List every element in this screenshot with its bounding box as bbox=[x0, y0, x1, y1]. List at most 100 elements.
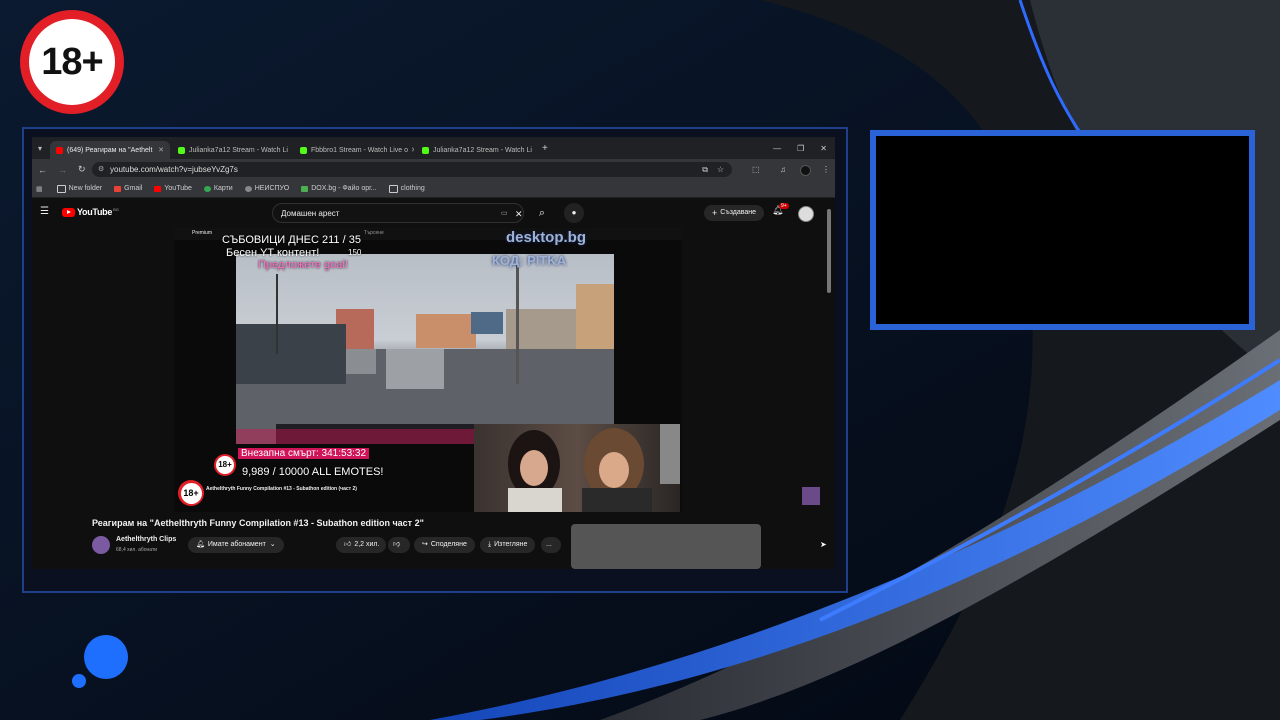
page-scrollbar[interactable] bbox=[826, 209, 832, 569]
clear-search-icon[interactable]: ✕ bbox=[515, 204, 523, 224]
microphone-icon[interactable]: ● bbox=[564, 203, 584, 223]
bookmark-new-folder[interactable]: New folder bbox=[56, 184, 103, 193]
forward-icon[interactable]: → bbox=[58, 165, 67, 175]
sponsor-watermark: desktop.bg bbox=[506, 229, 587, 246]
scrollbar-thumb[interactable] bbox=[827, 209, 831, 293]
account-avatar[interactable] bbox=[798, 206, 814, 222]
youtube-search-input[interactable]: Домашен арест ▭ ✕ bbox=[272, 203, 524, 223]
content-goal-number: 150 bbox=[348, 248, 362, 257]
channel-avatar-corner bbox=[802, 487, 820, 505]
url-input[interactable]: ⚙ youtube.com/watch?v=jubseYvZg7s ☆ ⧉ bbox=[92, 162, 732, 177]
subscriber-count: 68,4 хил. абонати bbox=[116, 547, 158, 553]
more-actions-button[interactable]: ... bbox=[541, 537, 561, 553]
bell-icon: 🔔︎ bbox=[196, 541, 205, 548]
create-label: Създаване bbox=[720, 209, 757, 216]
bookmark-maps[interactable]: Карти bbox=[203, 185, 233, 192]
bookmark-star-icon[interactable]: ☆ bbox=[717, 162, 724, 177]
sub-goal-text: СЪБОВИЦИ ДНЕС 211 / 35 bbox=[222, 234, 361, 246]
inner-age-label: 18+ bbox=[216, 456, 234, 474]
dox-icon bbox=[301, 185, 309, 192]
notification-count-badge: 9+ bbox=[779, 203, 789, 209]
maps-icon bbox=[203, 185, 211, 192]
inner-video-title: Aethelthryth Funny Compilation #13 - Sub… bbox=[206, 486, 357, 492]
tab-3[interactable]: Julianka7a12 Stream - Watch Li ✕ bbox=[416, 141, 536, 159]
bookmark-dox[interactable]: DOX.bg - Файо орг... bbox=[301, 185, 377, 192]
apps-icon[interactable]: ▦ bbox=[36, 185, 43, 193]
youtube-logo[interactable]: YouTube BG bbox=[62, 207, 119, 217]
bookmark-label: DOX.bg - Файо орг... bbox=[311, 185, 377, 192]
bookmark-clothing[interactable]: clothing bbox=[388, 184, 425, 193]
minimize-icon[interactable]: — bbox=[773, 144, 781, 153]
recommended-thumbnail[interactable] bbox=[571, 524, 761, 569]
youtube-play-icon bbox=[62, 207, 75, 217]
tab-1[interactable]: Julianka7a12 Stream - Watch Li ✕ bbox=[172, 141, 292, 159]
site-info-icon[interactable]: ⚙ bbox=[98, 162, 104, 177]
profile-avatar[interactable] bbox=[800, 165, 811, 176]
search-value: Домашен арест bbox=[281, 209, 340, 218]
search-icon[interactable]: ⌕ bbox=[532, 203, 552, 223]
browser-window: ▾ (649) Реагирам на "Aethelt ✕ Julianka7… bbox=[32, 137, 835, 569]
channel-name[interactable]: Aethelthryth Clips bbox=[116, 536, 176, 543]
new-tab-icon[interactable]: + bbox=[542, 143, 548, 154]
globe-icon bbox=[244, 185, 252, 192]
folder-icon bbox=[56, 184, 66, 193]
age-rating-badge: 18+ bbox=[20, 10, 124, 114]
suggest-goal-text: Предложете goal! bbox=[258, 259, 348, 271]
close-tab-icon[interactable]: ✕ bbox=[155, 146, 164, 154]
create-button[interactable]: + Създаване bbox=[704, 205, 765, 221]
maximize-icon[interactable]: ❐ bbox=[797, 144, 804, 153]
sponsor-code: КОД: PITKA bbox=[492, 253, 567, 268]
tab-label: Fbbbro1 Stream - Watch Live o bbox=[311, 146, 409, 154]
youtube-icon bbox=[154, 185, 162, 192]
tab-label: Julianka7a12 Stream - Watch Li bbox=[433, 146, 532, 154]
bookmark-gmail[interactable]: Gmail bbox=[114, 185, 142, 192]
youtube-region: BG bbox=[113, 207, 119, 212]
dislike-button[interactable]: 👎︎ bbox=[388, 537, 410, 553]
bookmark-label: YouTube bbox=[164, 185, 192, 192]
share-button[interactable]: ↪ Споделяне bbox=[414, 537, 475, 553]
tab-label: Julianka7a12 Stream - Watch Li bbox=[189, 146, 288, 154]
download-button[interactable]: ⤓ Изтегляне bbox=[480, 537, 536, 553]
inner-age-label: 18+ bbox=[180, 482, 202, 504]
download-icon: ⤓ bbox=[488, 541, 492, 548]
tab-bar: ▾ (649) Реагирам на "Aethelt ✕ Julianka7… bbox=[32, 137, 835, 159]
streamers-image bbox=[508, 424, 680, 512]
tab-2[interactable]: Fbbbro1 Stream - Watch Live o ✕ bbox=[294, 141, 414, 159]
plus-icon: + bbox=[712, 208, 718, 218]
extensions-icon[interactable]: ⬚ bbox=[752, 165, 760, 174]
media-icon[interactable]: ♫ bbox=[780, 165, 786, 174]
video-player[interactable]: Premium Търсене СЪБОВИЦИ ДНЕС 211 / 35 Б… bbox=[174, 228, 682, 512]
menu-icon[interactable]: ⋮ bbox=[822, 165, 830, 174]
inner-premium-logo: Premium bbox=[192, 230, 213, 236]
emotes-goal-text: 9,989 / 10000 ALL EMOTES! bbox=[242, 466, 384, 478]
tab-search-icon[interactable]: ▾ bbox=[32, 144, 48, 153]
like-button[interactable]: 👍︎ 2,2 хил. bbox=[336, 537, 386, 553]
video-info: Реагирам на "Aethelthryth Funny Compilat… bbox=[32, 512, 835, 569]
chevron-down-icon: ⌄ bbox=[269, 541, 276, 548]
keyboard-icon[interactable]: ▭ bbox=[501, 204, 508, 224]
close-tab-icon[interactable]: ✕ bbox=[532, 146, 536, 154]
channel-avatar[interactable] bbox=[92, 536, 110, 554]
bookmark-neispuo[interactable]: НЕИСПУО bbox=[244, 185, 289, 192]
close-tab-icon[interactable]: ✕ bbox=[408, 146, 414, 154]
bookmark-label: clothing bbox=[400, 185, 425, 192]
install-icon[interactable]: ⧉ bbox=[702, 162, 708, 177]
street-image bbox=[236, 264, 614, 444]
youtube-logo-text: YouTube bbox=[77, 207, 113, 217]
hamburger-menu-icon[interactable]: ☰ bbox=[40, 206, 49, 217]
close-window-icon[interactable]: ✕ bbox=[820, 144, 827, 153]
close-tab-icon[interactable]: ✕ bbox=[288, 146, 292, 154]
bookmarks-bar: ▦ New folder Gmail YouTube Карти НЕИСПУО… bbox=[32, 180, 835, 198]
tab-label: (649) Реагирам на "Aethelt bbox=[67, 146, 153, 154]
youtube-header: ☰ YouTube BG Домашен арест ▭ ✕ ⌕ ● + Съз… bbox=[32, 198, 835, 228]
like-count: 2,2 хил. bbox=[354, 541, 380, 548]
inner-search-text: Търсене bbox=[364, 230, 384, 236]
reload-icon[interactable]: ↻ bbox=[78, 164, 86, 175]
tab-0[interactable]: (649) Реагирам на "Aethelt ✕ bbox=[50, 141, 170, 159]
bookmark-youtube[interactable]: YouTube bbox=[154, 185, 192, 192]
sudden-death-timer: Внезапна смърт: 341:53:32 bbox=[238, 448, 370, 459]
back-icon[interactable]: ← bbox=[38, 165, 47, 175]
bookmark-label: New folder bbox=[68, 185, 103, 192]
gmail-icon bbox=[114, 185, 122, 192]
subscribed-button[interactable]: 🔔︎ Имате абонамент ⌄ bbox=[188, 537, 284, 553]
